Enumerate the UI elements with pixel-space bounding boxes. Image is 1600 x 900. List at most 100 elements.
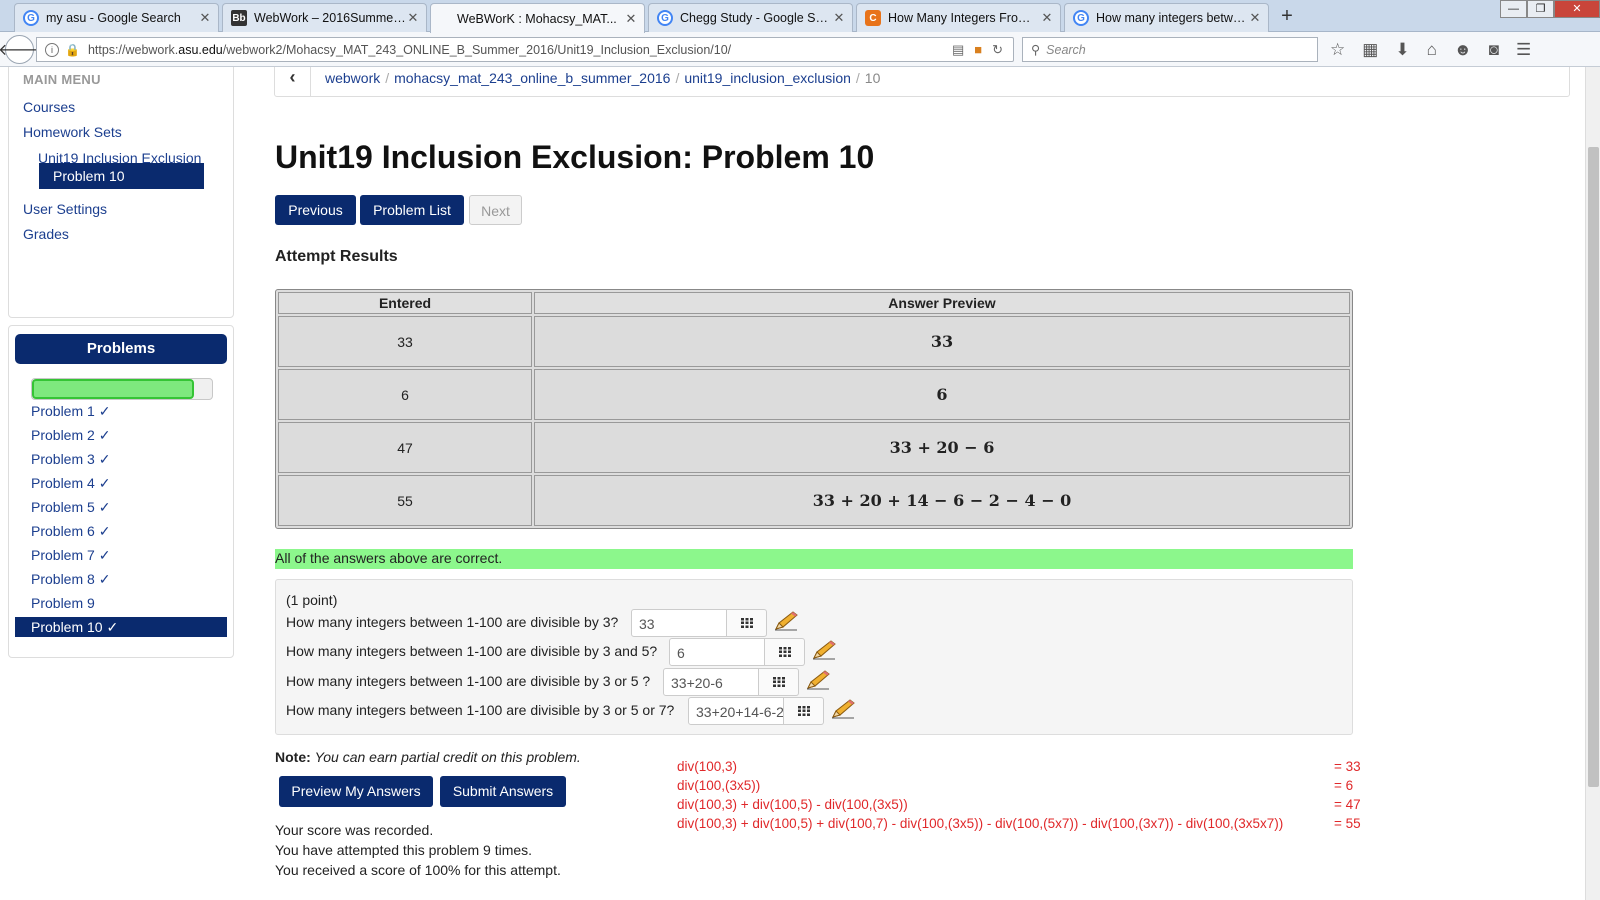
entered-cell: 6: [278, 369, 532, 420]
grid-icon: [772, 677, 785, 687]
close-icon[interactable]: ✕: [198, 10, 212, 26]
reader-view-icon[interactable]: ▤: [952, 42, 964, 58]
reload-icon[interactable]: ↻: [992, 42, 1003, 58]
back-arrow-icon[interactable]: 🡐: [0, 35, 41, 64]
sidebar-item-user-settings[interactable]: User Settings: [23, 201, 107, 217]
problem-link-current[interactable]: Problem 10 ✓: [15, 617, 227, 637]
blackboard-icon: Bb: [231, 10, 247, 26]
note-text: You can earn partial credit on this prob…: [314, 749, 581, 765]
sidebar-item-problem[interactable]: Problem 10: [39, 163, 204, 189]
minimize-icon[interactable]: —: [1500, 0, 1527, 18]
breadcrumb-link[interactable]: unit19_inclusion_exclusion: [684, 70, 851, 86]
note-expression: div(100,3) + div(100,5) + div(100,7) - d…: [677, 816, 1284, 831]
equation-editor-button[interactable]: [759, 668, 799, 696]
pencil-icon[interactable]: [805, 669, 831, 691]
new-tab-icon[interactable]: +: [1275, 5, 1299, 28]
note-expression: div(100,3): [677, 759, 738, 774]
problems-header: Problems: [15, 334, 227, 364]
problem-link[interactable]: Problem 2 ✓: [15, 425, 227, 445]
lock-icon: 🔒: [65, 42, 80, 57]
download-icon[interactable]: ⬇: [1395, 40, 1409, 60]
problem-link[interactable]: Problem 3 ✓: [15, 449, 227, 469]
note-result: = 55: [1334, 816, 1361, 831]
home-icon[interactable]: ⌂: [1427, 40, 1437, 60]
problem-link[interactable]: Problem 8 ✓: [15, 569, 227, 589]
info-icon[interactable]: i: [45, 42, 59, 57]
close-icon[interactable]: ✕: [832, 10, 846, 26]
restore-icon[interactable]: ❐: [1527, 0, 1554, 18]
main-menu: MAIN MENU Courses Homework Sets Unit19 I…: [8, 67, 234, 318]
close-icon[interactable]: ✕: [406, 10, 420, 26]
preview-cell: 33 + 20 + 14 − 6 − 2 − 4 − 0: [534, 475, 1350, 526]
sidebar-item-courses[interactable]: Courses: [23, 99, 75, 115]
question-text: How many integers between 1-100 are divi…: [286, 614, 619, 630]
problem-link[interactable]: Problem 1 ✓: [15, 401, 227, 421]
bookmark-star-icon[interactable]: ☆: [1330, 40, 1345, 60]
problem-link[interactable]: Problem 6 ✓: [15, 521, 227, 541]
problem-link[interactable]: Problem 7 ✓: [15, 545, 227, 565]
problem-list-button[interactable]: Problem List: [360, 195, 464, 225]
equation-editor-button[interactable]: [784, 697, 824, 725]
browser-tab[interactable]: G my asu - Google Search ✕: [14, 3, 219, 32]
table-row: 33 33: [278, 316, 1350, 367]
pencil-icon[interactable]: [830, 698, 856, 720]
tab-strip: G my asu - Google Search ✕ Bb WebWork – …: [0, 0, 1600, 33]
browser-tab[interactable]: Bb WebWork – 2016SummerB... ✕: [222, 3, 427, 32]
browser-tab[interactable]: C How Many Integers From 1... ✕: [856, 3, 1061, 32]
extension-icon[interactable]: ■: [974, 42, 982, 58]
problem-link[interactable]: Problem 4 ✓: [15, 473, 227, 493]
main-menu-header: MAIN MENU: [23, 72, 101, 87]
chat-icon[interactable]: ☻: [1454, 40, 1472, 60]
pencil-icon[interactable]: [773, 610, 799, 632]
equation-editor-button[interactable]: [765, 638, 805, 666]
breadcrumb-link[interactable]: mohacsy_mat_243_online_b_summer_2016: [394, 70, 670, 86]
page-content: MAIN MENU Courses Homework Sets Unit19 I…: [0, 67, 1585, 900]
breadcrumb-link[interactable]: webwork: [325, 70, 380, 86]
window-close-icon[interactable]: ✕: [1554, 0, 1600, 18]
problem-link[interactable]: Problem 5 ✓: [15, 497, 227, 517]
reading-list-icon[interactable]: ▦: [1362, 40, 1378, 60]
google-icon: G: [1073, 10, 1089, 26]
pocket-icon[interactable]: ◙: [1489, 40, 1499, 60]
note-label: Note:: [275, 749, 311, 765]
answer-input[interactable]: 33+20-6: [663, 668, 759, 696]
browser-tab[interactable]: G How many integers betwe... ✕: [1064, 3, 1269, 32]
menu-icon[interactable]: ☰: [1516, 40, 1531, 60]
breadcrumb: ‹ webwork / mohacsy_mat_243_online_b_summe…: [274, 67, 1570, 97]
chevron-left-icon[interactable]: ‹: [275, 67, 311, 96]
problem-link[interactable]: Problem 9: [15, 593, 227, 613]
progress-bar: [31, 378, 213, 400]
browser-tab[interactable]: G Chegg Study - Google Sear... ✕: [648, 3, 853, 32]
scrollbar-thumb[interactable]: [1588, 147, 1599, 787]
preview-answers-button[interactable]: Preview My Answers: [279, 776, 433, 807]
answer-input[interactable]: 33: [631, 609, 727, 637]
close-icon[interactable]: ✕: [624, 11, 638, 27]
close-icon[interactable]: ✕: [1040, 10, 1054, 26]
sidebar-item-homework-sets[interactable]: Homework Sets: [23, 124, 122, 140]
attempt-results-heading: Attempt Results: [275, 248, 398, 265]
note-expression: div(100,3) + div(100,5) - div(100,(3x5)): [677, 797, 908, 812]
sidebar-item-grades[interactable]: Grades: [23, 226, 69, 242]
chegg-icon: C: [865, 10, 881, 26]
equation-editor-button[interactable]: [727, 609, 767, 637]
tab-title: WebWork – 2016SummerB...: [254, 11, 406, 25]
table-row: 55 33 + 20 + 14 − 6 − 2 − 4 − 0: [278, 475, 1350, 526]
close-icon[interactable]: ✕: [1248, 10, 1262, 26]
previous-button[interactable]: Previous: [275, 195, 356, 225]
grid-icon: [778, 647, 791, 657]
google-icon: G: [23, 10, 39, 26]
search-input[interactable]: ⚲ Search: [1022, 37, 1318, 62]
note: Note: You can earn partial credit on thi…: [275, 749, 581, 765]
submit-answers-button[interactable]: Submit Answers: [440, 776, 566, 807]
url-text[interactable]: https://webwork.asu.edu/webwork2/Mohacsy…: [88, 43, 952, 57]
answer-input[interactable]: 33+20+14-6-2-4-0: [688, 697, 784, 725]
vertical-scrollbar[interactable]: [1585, 67, 1600, 900]
question-text: How many integers between 1-100 are divi…: [286, 702, 675, 718]
preview-cell: 6: [534, 369, 1350, 420]
entered-cell: 33: [278, 316, 532, 367]
answer-input[interactable]: 6: [669, 638, 765, 666]
browser-tab-active[interactable]: WeBWorK : Mohacsy_MAT... ✕: [430, 3, 645, 33]
pencil-icon[interactable]: [811, 639, 837, 661]
url-bar[interactable]: i 🔒 https://webwork.asu.edu/webwork2/Moh…: [36, 37, 1014, 62]
note-result: = 47: [1334, 797, 1361, 812]
